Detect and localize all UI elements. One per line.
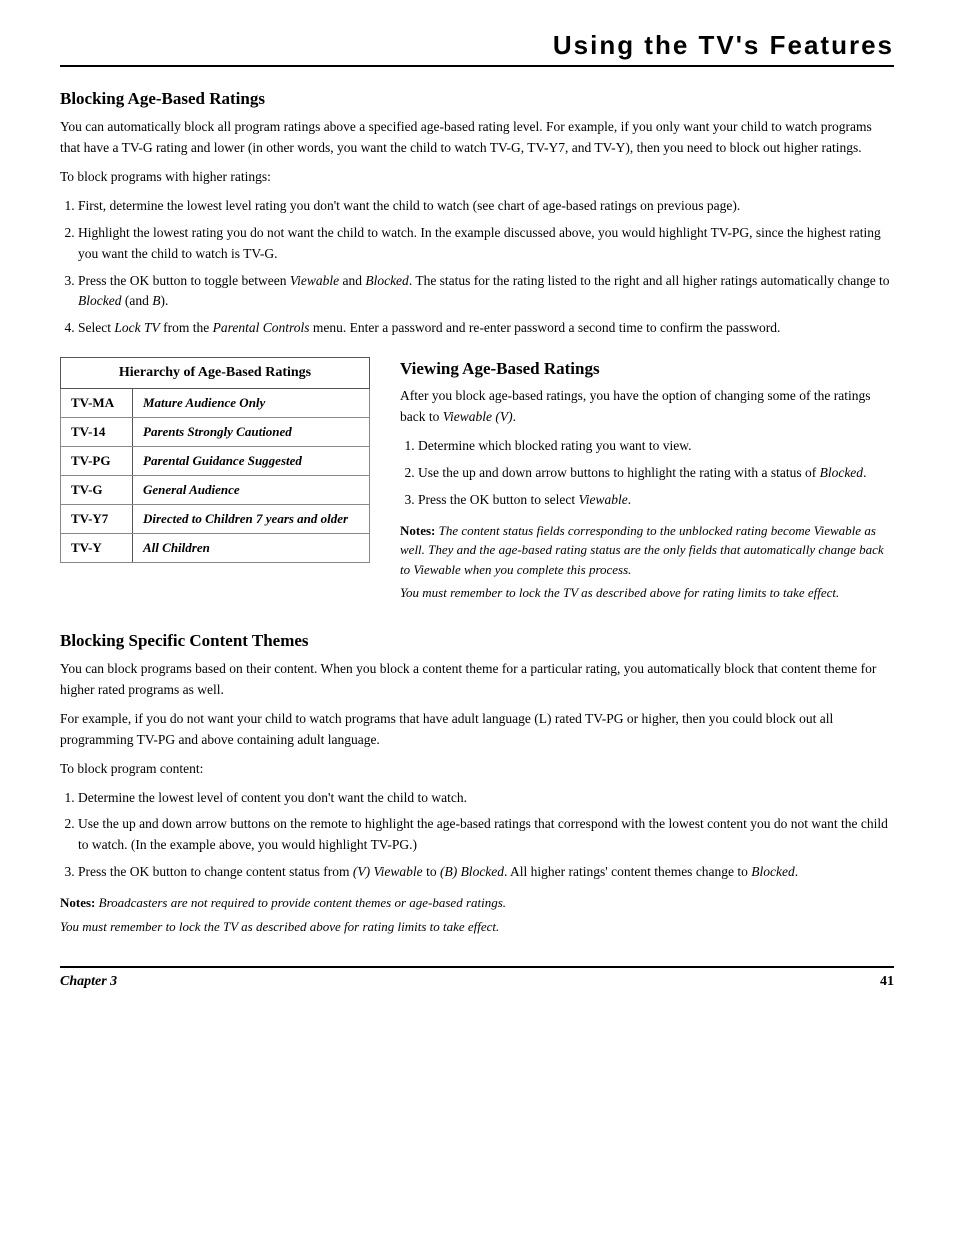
table-row: TV-14 Parents Strongly Cautioned <box>61 418 370 447</box>
rating-desc: Directed to Children 7 years and older <box>133 505 370 534</box>
page-title: Using the TV's Features <box>553 30 894 60</box>
rating-desc: Mature Audience Only <box>133 389 370 418</box>
section2-intro: After you block age-based ratings, you h… <box>400 386 894 428</box>
section2-step2: Use the up and down arrow buttons to hig… <box>418 463 894 484</box>
section1-para2: To block programs with higher ratings: <box>60 167 894 188</box>
page: Using the TV's Features Blocking Age-Bas… <box>0 0 954 1235</box>
notes-label2: Notes: <box>60 895 95 910</box>
ratings-table: Hierarchy of Age-Based Ratings TV-MA Mat… <box>60 357 370 563</box>
section1-steps: First, determine the lowest level rating… <box>78 196 894 340</box>
section3-note2: You must remember to lock the TV as desc… <box>60 917 894 937</box>
footer-chapter: Chapter 3 <box>60 974 117 990</box>
table-row: TV-G General Audience <box>61 476 370 505</box>
rating-desc: Parental Guidance Suggested <box>133 447 370 476</box>
notes-label: Notes: <box>400 523 435 538</box>
section3-para1: You can block programs based on their co… <box>60 659 894 701</box>
table-row: TV-Y7 Directed to Children 7 years and o… <box>61 505 370 534</box>
page-header: Using the TV's Features <box>60 30 894 67</box>
table-header: Hierarchy of Age-Based Ratings <box>61 358 370 389</box>
rating-desc: Parents Strongly Cautioned <box>133 418 370 447</box>
rating-code: TV-Y7 <box>61 505 133 534</box>
section3-heading: Blocking Specific Content Themes <box>60 631 894 651</box>
section1-step4: Select Lock TV from the Parental Control… <box>78 318 894 339</box>
two-column-section: Hierarchy of Age-Based Ratings TV-MA Mat… <box>60 357 894 609</box>
rating-code: TV-Y <box>61 534 133 563</box>
section3-step1: Determine the lowest level of content yo… <box>78 788 894 809</box>
footer-page: 41 <box>880 974 894 990</box>
viewing-column: Viewing Age-Based Ratings After you bloc… <box>400 357 894 609</box>
section2-heading: Viewing Age-Based Ratings <box>400 359 894 379</box>
section1-para1: You can automatically block all program … <box>60 117 894 159</box>
rating-code: TV-G <box>61 476 133 505</box>
rating-code: TV-PG <box>61 447 133 476</box>
table-row: TV-MA Mature Audience Only <box>61 389 370 418</box>
section3-para3: To block program content: <box>60 759 894 780</box>
section3-para2: For example, if you do not want your chi… <box>60 709 894 751</box>
section2-step1: Determine which blocked rating you want … <box>418 436 894 457</box>
section2-note1: Notes: The content status fields corresp… <box>400 521 894 580</box>
table-column: Hierarchy of Age-Based Ratings TV-MA Mat… <box>60 357 370 563</box>
page-footer: Chapter 3 41 <box>60 966 894 990</box>
section3-notes: Notes: Broadcasters are not required to … <box>60 893 894 936</box>
section3-step3: Press the OK button to change content st… <box>78 862 894 883</box>
section1-heading: Blocking Age-Based Ratings <box>60 89 894 109</box>
section3-step2: Use the up and down arrow buttons on the… <box>78 814 894 856</box>
section3-note1: Notes: Broadcasters are not required to … <box>60 893 894 913</box>
table-row: TV-PG Parental Guidance Suggested <box>61 447 370 476</box>
section2-step3: Press the OK button to select Viewable. <box>418 490 894 511</box>
section3: Blocking Specific Content Themes You can… <box>60 631 894 936</box>
rating-code: TV-MA <box>61 389 133 418</box>
section1-step3: Press the OK button to toggle between Vi… <box>78 271 894 313</box>
section1-step2: Highlight the lowest rating you do not w… <box>78 223 894 265</box>
rating-desc: General Audience <box>133 476 370 505</box>
section2-notes: Notes: The content status fields corresp… <box>400 521 894 603</box>
rating-code: TV-14 <box>61 418 133 447</box>
section1-step1: First, determine the lowest level rating… <box>78 196 894 217</box>
section3-steps: Determine the lowest level of content yo… <box>78 788 894 884</box>
section2-note2: You must remember to lock the TV as desc… <box>400 583 894 603</box>
table-row: TV-Y All Children <box>61 534 370 563</box>
section2-steps: Determine which blocked rating you want … <box>418 436 894 511</box>
rating-desc: All Children <box>133 534 370 563</box>
